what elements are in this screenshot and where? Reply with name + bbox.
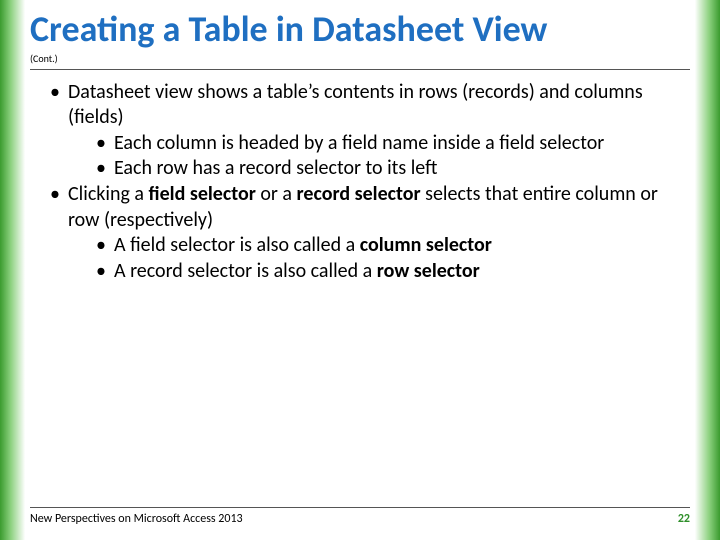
sub-bullet-item: Each column is headed by a field name in… — [96, 131, 690, 157]
bullet-list: Datasheet view shows a table’s contents … — [30, 80, 690, 285]
bold-term: record selector — [297, 182, 421, 206]
sub-bullet-text-part: A field selector is also called a — [114, 233, 360, 257]
footer-text: New Perspectives on Microsoft Access 201… — [30, 512, 243, 526]
bullet-text: Datasheet view shows a table’s contents … — [68, 80, 643, 130]
bold-term: row selector — [377, 259, 480, 283]
bullet-text-part: or a — [256, 182, 297, 206]
sub-bullet-item: A field selector is also called a column… — [96, 233, 690, 259]
title-divider — [30, 69, 690, 70]
sub-bullet-list: A field selector is also called a column… — [68, 233, 690, 284]
footer: New Perspectives on Microsoft Access 201… — [30, 507, 690, 526]
slide: Creating a Table in Datasheet View (Cont… — [30, 0, 690, 540]
page-number: 22 — [678, 512, 690, 526]
sub-bullet-text-part: A record selector is also called a — [114, 259, 377, 283]
sub-bullet-text: Each row has a record selector to its le… — [114, 156, 437, 180]
bullet-item: Datasheet view shows a table’s contents … — [50, 80, 690, 182]
bullet-item: Clicking a field selector or a record se… — [50, 182, 690, 284]
slide-title: Creating a Table in Datasheet View — [30, 0, 690, 50]
sub-bullet-list: Each column is headed by a field name in… — [68, 131, 690, 182]
bullet-text-part: Clicking a — [68, 182, 149, 206]
sub-bullet-item: Each row has a record selector to its le… — [96, 156, 690, 182]
continuation-label: (Cont.) — [30, 50, 690, 69]
bold-term: column selector — [360, 233, 492, 257]
bold-term: field selector — [149, 182, 256, 206]
sub-bullet-item: A record selector is also called a row s… — [96, 259, 690, 285]
sub-bullet-text: Each column is headed by a field name in… — [114, 131, 604, 155]
